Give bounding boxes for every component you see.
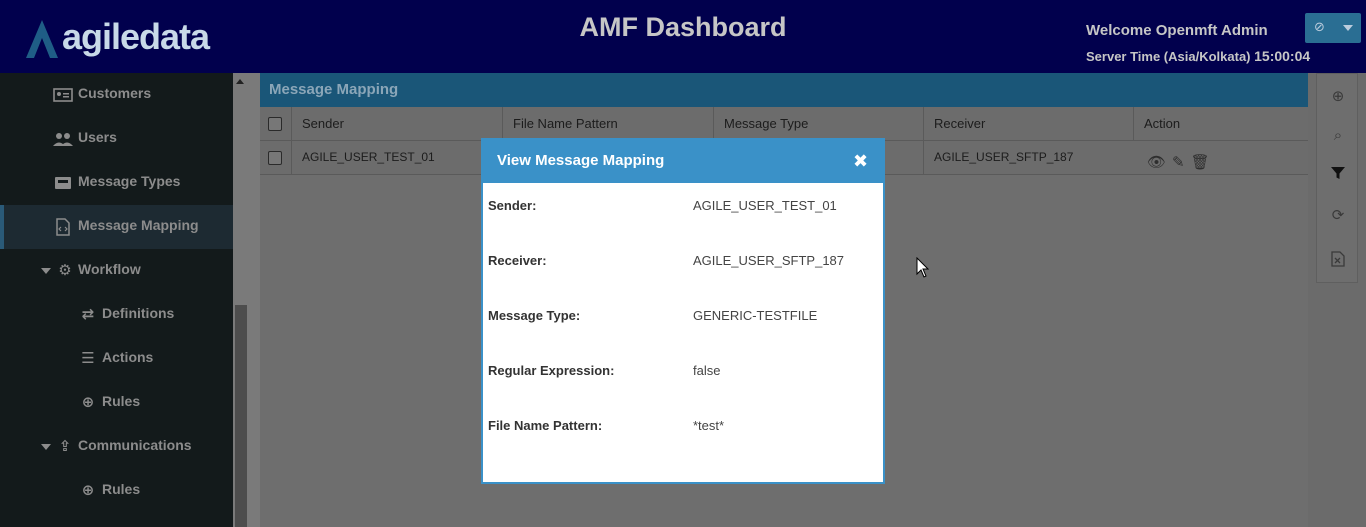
field-value-file-name-pattern: *test* <box>693 418 725 433</box>
column-header-sender[interactable]: Sender <box>291 107 502 141</box>
scroll-up-icon[interactable] <box>236 79 244 84</box>
sidebar-item-label: Message Types <box>78 173 181 189</box>
sidebar-item-label: Customers <box>78 85 152 101</box>
cell-sender: AGILE_USER_TEST_01 <box>291 141 502 175</box>
field-label-sender: Sender: <box>488 198 537 213</box>
user-menu-button[interactable]: ⊘ <box>1305 13 1361 43</box>
sidebar: Customers Users Message Types Message Ma… <box>0 73 233 527</box>
sidebar-item-definitions[interactable]: ⇄ Definitions <box>0 293 233 337</box>
list-icon: ☰ <box>81 350 95 367</box>
dialog-title: View Message Mapping <box>483 140 883 183</box>
field-value-message-type: GENERIC-TESTFILE <box>693 308 818 323</box>
users-icon <box>53 129 73 149</box>
user-circle-icon: ⊘ <box>1314 19 1325 34</box>
field-value-receiver: AGILE_USER_SFTP_187 <box>693 253 845 268</box>
server-time-label: Server Time (Asia/Kolkata) <box>1086 49 1251 64</box>
field-value-sender: AGILE_USER_TEST_01 <box>693 198 837 213</box>
cell-receiver: AGILE_USER_SFTP_187 <box>923 141 1133 175</box>
scrollbar-thumb[interactable] <box>235 305 247 527</box>
share-icon: ⇪ <box>58 438 72 455</box>
sidebar-item-communications-rules[interactable]: ⊕ Rules <box>0 469 233 513</box>
id-card-icon <box>53 85 73 105</box>
field-label-regular-expression: Regular Expression: <box>488 363 615 378</box>
field-label-receiver: Receiver: <box>488 253 547 268</box>
eye-icon[interactable]: 👁 <box>1147 153 1166 171</box>
select-all-checkbox[interactable] <box>268 117 282 131</box>
chevron-down-icon <box>1343 25 1353 31</box>
mouse-cursor-icon <box>916 257 930 278</box>
sidebar-item-users[interactable]: Users <box>0 117 233 161</box>
sidebar-item-label: Definitions <box>102 305 175 321</box>
exchange-icon: ⇄ <box>81 306 95 323</box>
search-icon[interactable]: ⌕ <box>1329 127 1347 145</box>
field-value-regular-expression: false <box>693 363 721 378</box>
server-time: Server Time (Asia/Kolkata) 15:00:04 <box>1086 48 1310 64</box>
column-header-message-type[interactable]: Message Type <box>713 107 923 141</box>
sidebar-item-label: Message Mapping <box>78 217 199 233</box>
edit-icon[interactable]: ✎ <box>1172 153 1185 171</box>
refresh-icon[interactable]: ⟳ <box>1329 206 1347 224</box>
circle-down-icon: ⊕ <box>81 394 95 411</box>
sidebar-item-label: Actions <box>102 349 154 365</box>
sidebar-item-label: Workflow <box>78 261 141 277</box>
sidebar-item-actions[interactable]: ☰ Actions <box>0 337 233 381</box>
view-message-mapping-dialog: View Message Mapping ✖ Sender: AGILE_USE… <box>481 138 885 484</box>
sidebar-item-customers[interactable]: Customers <box>0 73 233 117</box>
add-icon[interactable]: ⊕ <box>1329 87 1347 105</box>
sidebar-item-label: Rules <box>102 393 141 409</box>
column-header-action: Action <box>1133 107 1308 141</box>
gear-icon: ⚙ <box>58 262 72 279</box>
trash-icon[interactable]: 🗑 <box>1191 153 1210 171</box>
column-header-receiver[interactable]: Receiver <box>923 107 1133 141</box>
welcome-text: Welcome Openmft Admin <box>1086 22 1268 39</box>
sidebar-item-workflow[interactable]: ⚙ Workflow <box>0 249 233 293</box>
field-label-file-name-pattern: File Name Pattern: <box>488 418 603 433</box>
sidebar-item-message-types[interactable]: Message Types <box>0 161 233 205</box>
sidebar-item-communications[interactable]: ⇪ Communications <box>0 425 233 469</box>
column-header-file-name-pattern[interactable]: File Name Pattern <box>502 107 713 141</box>
excel-export-icon[interactable] <box>1329 251 1347 269</box>
circle-down-icon: ⊕ <box>81 482 95 499</box>
sidebar-item-workflow-rules[interactable]: ⊕ Rules <box>0 381 233 425</box>
chevron-down-icon <box>41 268 51 274</box>
close-icon[interactable]: ✖ <box>853 151 868 172</box>
field-label-message-type: Message Type: <box>488 308 581 323</box>
app-header: agiledata AMF Dashboard Welcome Openmft … <box>0 0 1366 73</box>
row-actions: 👁 ✎ 🗑 <box>1147 153 1210 171</box>
filter-icon[interactable] <box>1329 165 1347 183</box>
table-header: Sender File Name Pattern Message Type Re… <box>260 107 1308 141</box>
panel-title: Message Mapping <box>260 73 1308 107</box>
sidebar-item-label: Communications <box>78 437 192 453</box>
sidebar-item-label: Rules <box>102 481 141 497</box>
row-checkbox[interactable] <box>268 151 282 165</box>
sidebar-item-label: Users <box>78 129 117 145</box>
envelope-icon <box>53 173 73 193</box>
sidebar-item-message-mapping[interactable]: Message Mapping <box>0 205 233 249</box>
code-file-icon <box>53 217 73 237</box>
chevron-down-icon <box>41 444 51 450</box>
toolbar-strip: ⊕ ⌕ ⟳ <box>1316 73 1358 283</box>
server-time-value: 15:00:04 <box>1254 48 1311 64</box>
